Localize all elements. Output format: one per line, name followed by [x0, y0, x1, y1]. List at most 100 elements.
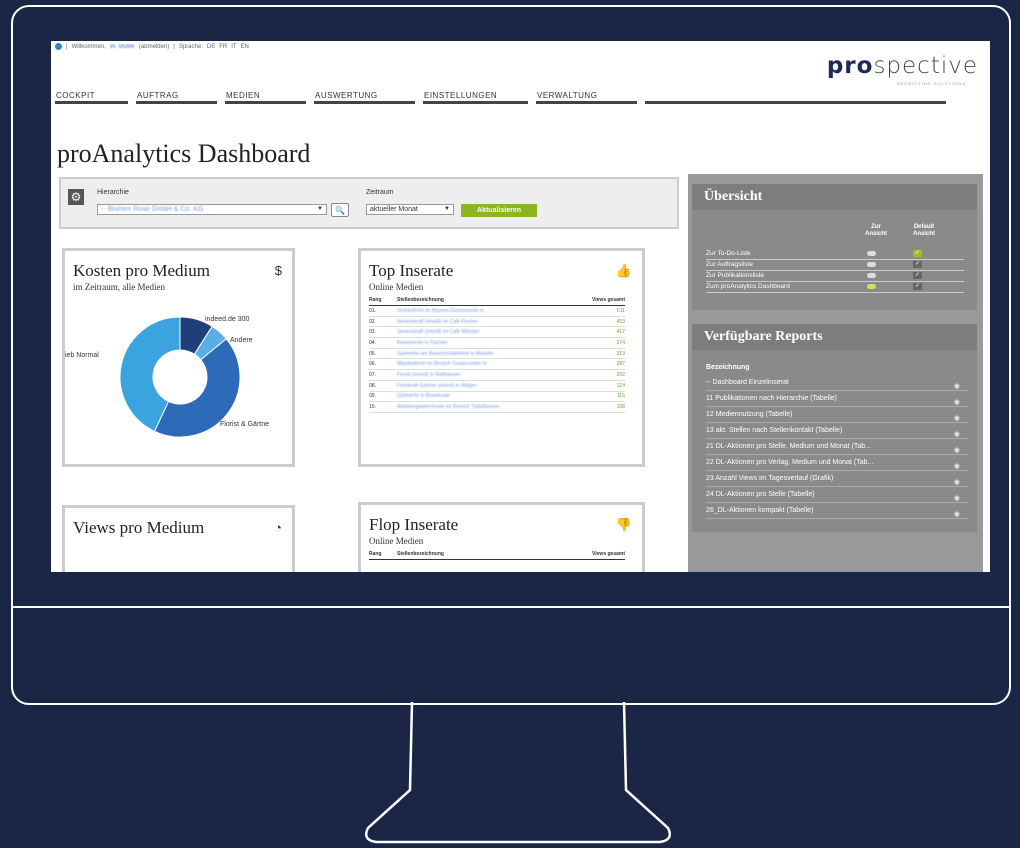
table-row[interactable]: 01. Verkäufer/in im Blumen-Gartenmarkt m 5… [369, 306, 625, 317]
table-row[interactable]: 07. Florist (m/w/d) in Riethausen 202 [369, 370, 625, 381]
report-link[interactable]: 23 Anzahl Views im Tagesverlauf (Grafik) [706, 475, 833, 482]
view-toggle-icon[interactable] [867, 262, 876, 267]
views-cell: 511 [617, 307, 625, 314]
flop-title: Flop Inserate [369, 515, 459, 534]
overview-link[interactable]: Zur Auftragsliste [706, 261, 753, 268]
nav-medien[interactable]: MEDIEN [225, 91, 306, 104]
overview-row[interactable]: Zum proAnalytics Dashboard ✓ [706, 281, 964, 293]
job-title-link[interactable]: Mitarbeiter/in im Bereich Gartencenter i… [397, 361, 601, 367]
report-row[interactable]: 23 Anzahl Views im Tagesverlauf (Grafik)… [706, 471, 968, 487]
view-toggle-icon[interactable] [867, 273, 876, 278]
chevron-down-icon: ▼ [444, 206, 450, 212]
report-link[interactable]: 24 DL-Aktionen pro Stelle (Tabelle) [706, 491, 815, 498]
job-title-link[interactable]: Florist (m/w/d) in Riethausen [397, 372, 601, 378]
top-user-bar: | Willkommen, W. Müller (abmelden) | Spr… [55, 43, 249, 50]
views-title: Views pro Medium [73, 518, 205, 537]
table-row[interactable]: 02. Servicekraft (m/w/d) im Café Fischer 4… [369, 317, 625, 328]
hierarchy-select[interactable]: -- Blumen Rose GmbH & Co. KG ▼ [97, 204, 327, 215]
views-cell: 453 [616, 318, 625, 325]
logout-link[interactable]: (abmelden) [139, 44, 169, 50]
user-link[interactable]: W. Müller [110, 44, 135, 50]
label-web-normal: ieb Normal [65, 352, 99, 359]
nav-filler [645, 91, 946, 104]
rank-cell: 06. [369, 361, 376, 368]
lang-de[interactable]: DE [207, 44, 215, 50]
col-zur-ansicht: Zur Ansicht [864, 224, 887, 237]
monitor-bezel-line [11, 606, 1011, 608]
default-checkbox[interactable]: ✓ [913, 272, 922, 279]
rank-cell: 05. [369, 350, 376, 357]
view-toggle-icon[interactable] [867, 284, 876, 289]
report-row[interactable]: 21 DL-Aktionen pro Stelle, Medium und Mo… [706, 439, 968, 455]
overview-link[interactable]: Zum proAnalytics Dashboard [706, 283, 790, 290]
job-title-link[interactable]: Servicekraft (m/w/d) im Café Fischer [397, 319, 601, 325]
rank-cell: 08. [369, 382, 376, 389]
job-title-link[interactable]: Abteilungsleiter/innen im Bereich Topfpf… [397, 404, 601, 410]
report-link[interactable]: 11 Publikationen nach Hierarchie (Tabell… [706, 395, 837, 402]
table-row[interactable]: 04. Kassierer/in in Fischen 374 [369, 338, 625, 349]
report-row[interactable]: 24 DL-Aktionen pro Stelle (Tabelle) ◉ [706, 487, 968, 503]
table-row[interactable]: 06. Mitarbeiter/in im Bereich Gartencente… [369, 359, 625, 371]
default-checkbox[interactable]: ✓ [913, 250, 922, 257]
report-row[interactable]: 13 akt. Stellen nach Stellenkontakt (Tab… [706, 423, 968, 439]
main-nav: COCKPIT AUFTRAG MEDIEN AUSWERTUNG EINSTE… [55, 91, 985, 104]
label-indeed: indeed.de 300 [205, 316, 250, 323]
gear-icon[interactable]: ⚙ [68, 189, 84, 205]
reports-column-header: Bezeichnung [706, 364, 750, 371]
nav-auftrag[interactable]: AUFTRAG [136, 91, 217, 104]
logo-tagline: RECRUITING SOLUTIONS [896, 81, 966, 86]
report-row[interactable]: 22 DL-Aktionen pro Verlag, Medium und Mo… [706, 455, 968, 471]
table-header: Rang Stellenbezeichnung Views gesamt [369, 297, 625, 306]
view-toggle-icon[interactable] [867, 251, 876, 256]
lang-fr[interactable]: FR [219, 44, 227, 50]
period-select[interactable]: aktueller Monat ▼ [366, 204, 454, 215]
job-title-link[interactable]: Servicekraft (m/w/d) im Café Münster [397, 329, 601, 335]
table-row[interactable]: 09. Gärtner/in in Buxtehude 115 [369, 392, 625, 403]
top-inserate-widget: Top Inserate Online Medien 👍 Rang Stellen… [358, 248, 645, 467]
nav-auswertung[interactable]: AUSWERTUNG [314, 91, 415, 104]
chevron-down-icon: ▼ [317, 206, 323, 212]
job-title-link[interactable]: Kassierer/in in Fischen [397, 340, 601, 346]
overview-panel: Übersicht Zur Ansicht Default Ansicht Zu… [692, 184, 977, 310]
job-title-link[interactable]: Gärtner/in in Buxtehude [397, 393, 601, 399]
report-row[interactable]: -- Dashboard Einzelinserat ◉ [706, 375, 968, 391]
nav-einstellungen[interactable]: EINSTELLUNGEN [423, 91, 528, 104]
report-link[interactable]: 21 DL-Aktionen pro Stelle, Medium und Mo… [706, 443, 871, 450]
overview-title: Übersicht [692, 184, 977, 210]
label-andere: Andere [230, 337, 253, 344]
report-row[interactable]: 11 Publikationen nach Hierarchie (Tabell… [706, 391, 968, 407]
lang-en[interactable]: EN [241, 44, 249, 50]
browser-screen: | Willkommen, W. Müller (abmelden) | Spr… [51, 41, 990, 572]
report-link[interactable]: -- Dashboard Einzelinserat [706, 379, 789, 386]
table-row[interactable]: 08. Fachkraft Gärtner (m/w/d) in Wagen 124 [369, 381, 625, 392]
overview-link[interactable]: Zur Publikationsliste [706, 272, 764, 279]
sidebar: Übersicht Zur Ansicht Default Ansicht Zu… [688, 174, 983, 572]
eye-icon[interactable]: ◉ [954, 507, 960, 522]
rank-cell: 04. [369, 339, 376, 346]
report-row[interactable]: 12 Mediennutzung (Tabelle) ◉ [706, 407, 968, 423]
top-title: Top Inserate [369, 261, 454, 280]
overview-link[interactable]: Zur To-Do-Liste [706, 250, 751, 257]
report-link[interactable]: 26_DL-Aktionen kompakt (Tabelle) [706, 507, 813, 514]
default-checkbox[interactable]: ✓ [913, 283, 922, 290]
default-checkbox[interactable]: ✓ [913, 261, 922, 268]
report-link[interactable]: 13 akt. Stellen nach Stellenkontakt (Tab… [706, 427, 842, 434]
update-button[interactable]: Aktualisieren [461, 204, 537, 217]
job-title-link[interactable]: Verkäufer/in im Blumen-Gartenmarkt m [397, 308, 601, 314]
search-icon[interactable]: 🔍 [331, 203, 349, 217]
views-cell: 417 [616, 329, 625, 336]
nav-verwaltung[interactable]: VERWALTUNG [536, 91, 637, 104]
report-link[interactable]: 22 DL-Aktionen pro Verlag, Medium und Mo… [706, 459, 873, 466]
job-title-link[interactable]: Gärtner/in am Baumschulbetrieb in Münste… [397, 351, 601, 357]
monitor-stand [365, 701, 671, 844]
table-row[interactable]: 05. Gärtner/in am Baumschulbetrieb in Mün… [369, 349, 625, 360]
lang-it[interactable]: IT [231, 44, 236, 50]
table-row[interactable]: 10. Abteilungsleiter/innen im Bereich Top… [369, 402, 625, 413]
nav-cockpit[interactable]: COCKPIT [55, 91, 128, 104]
report-link[interactable]: 12 Mediennutzung (Tabelle) [706, 411, 792, 418]
job-title-link[interactable]: Fachkraft Gärtner (m/w/d) in Wagen [397, 383, 601, 389]
pie-chart-icon: ◔ [274, 520, 282, 535]
table-row[interactable]: 03. Servicekraft (m/w/d) im Café Münster 4… [369, 327, 625, 339]
label-florist: Florist & Gärtne [220, 421, 270, 428]
report-row[interactable]: 26_DL-Aktionen kompakt (Tabelle) ◉ [706, 503, 968, 519]
